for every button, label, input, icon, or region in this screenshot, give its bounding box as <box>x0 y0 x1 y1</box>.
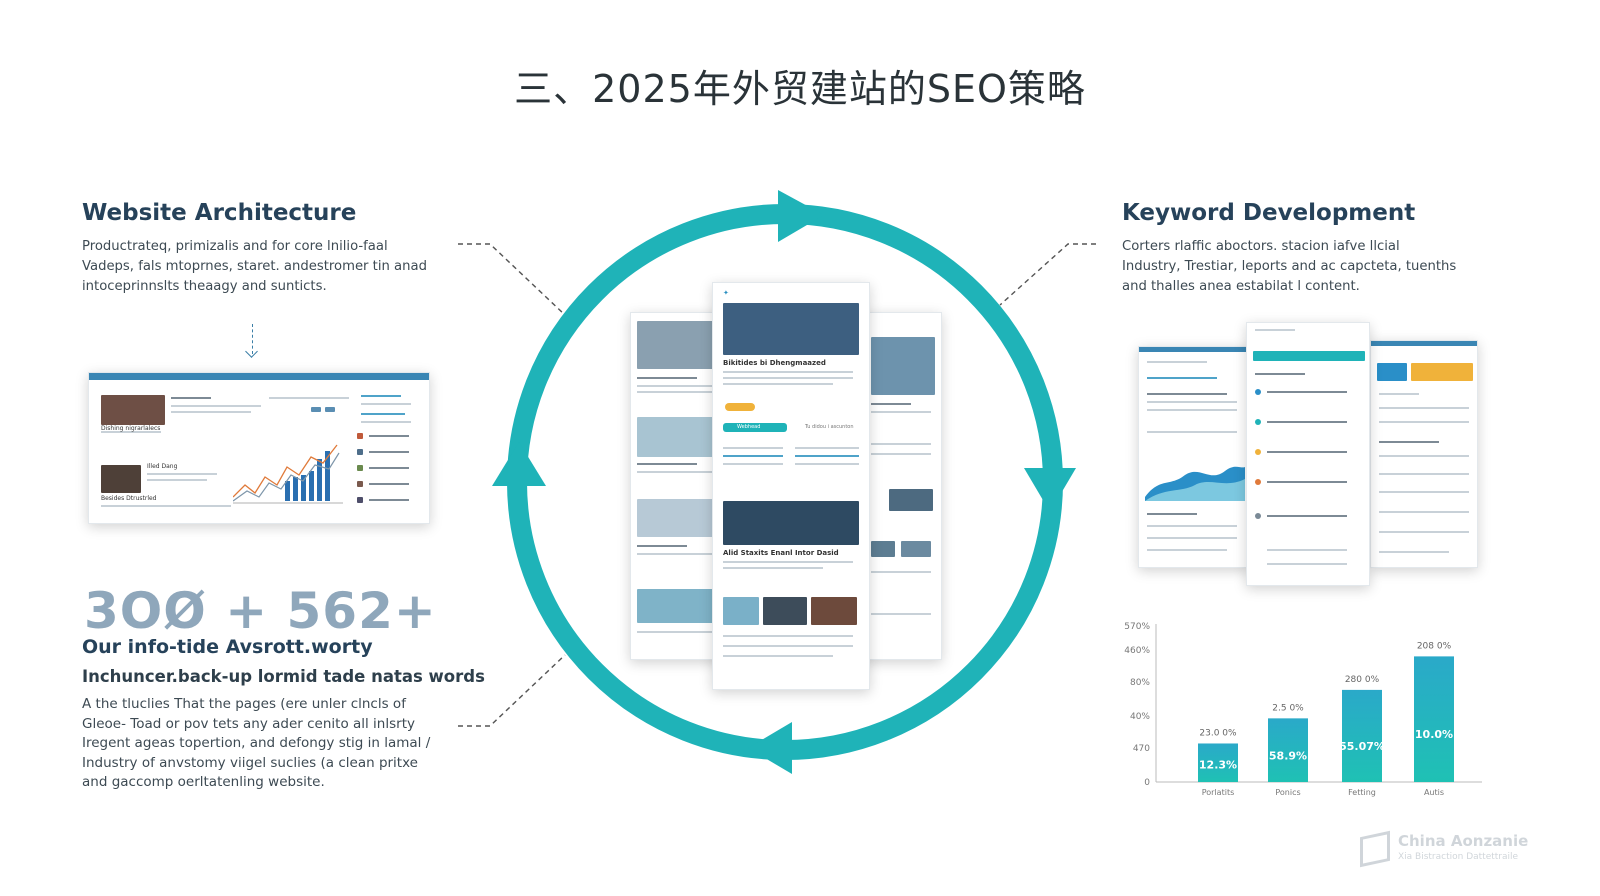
keyword-development-heading: Keyword Development <box>1122 200 1416 226</box>
y-tick-label: 460% <box>1124 646 1150 656</box>
bar-top-label: 208 0% <box>1417 641 1452 651</box>
bar-value-label: 58.9% <box>1269 750 1307 763</box>
bar-top-label: 23.0 0% <box>1199 728 1237 738</box>
ring-arrow-left-icon <box>492 442 546 486</box>
watermark-line-2: Xia Bistraction Dattettraile <box>1398 852 1519 862</box>
ring-arrow-right-icon <box>1024 468 1076 512</box>
category-label: Porlatits <box>1202 788 1235 797</box>
y-tick-label: 470 <box>1133 744 1150 754</box>
mock-center-headline-1: Bikitides bi Dhengmaazed <box>723 359 826 367</box>
bar-2 <box>1342 689 1382 782</box>
bar-value-label: 12.3% <box>1199 759 1237 772</box>
mock-center-tab-active: Webhead <box>737 424 761 430</box>
mock-center-headline-2: Alid Staxits Enanl Intor Dasid <box>723 549 839 557</box>
category-label: Autis <box>1424 788 1444 797</box>
bar-value-label: 10.0% <box>1415 728 1453 741</box>
keyword-bar-chart: 570% 460% 80% 40% 470 0 12.3% 23.0 0% Porlatits… <box>1124 622 1482 797</box>
mock-center-tab-other: Tu didou i ascunton <box>805 424 854 430</box>
center-main-page: ✦ Bikitides bi Dhengmaazed Webhead Tu di… <box>712 282 870 690</box>
keyword-main-page <box>1246 322 1370 586</box>
ring-arrow-bottom-icon <box>748 722 792 774</box>
bar-top-label: 280 0% <box>1345 675 1380 685</box>
keyword-wave-chart <box>1145 466 1245 501</box>
y-tick-label: 80% <box>1130 678 1150 688</box>
category-label: Ponics <box>1275 788 1300 797</box>
watermark-logo-icon <box>1360 830 1390 868</box>
ring-arrow-top-icon <box>778 190 824 242</box>
center-right-page <box>862 312 942 660</box>
keyword-development-text: Corters rlaffic aboctors. stacion iafve … <box>1122 237 1502 297</box>
category-label: Fetting <box>1348 788 1376 797</box>
bar-value-label: 55.07% <box>1339 740 1385 753</box>
y-tick-label: 40% <box>1130 712 1150 722</box>
y-tick-label: 570% <box>1124 622 1150 632</box>
bar-top-label: 2.5 0% <box>1272 703 1304 713</box>
kd-line-3: and thalles anea estabilat l content. <box>1122 279 1360 294</box>
kd-line-2: Industry, Trestiar, leports and ac capct… <box>1122 259 1457 274</box>
watermark-line-1: China Aonzanie <box>1398 832 1529 850</box>
kd-line-1: Corters rlaffic aboctors. stacion iafve … <box>1122 239 1400 254</box>
y-tick-label: 0 <box>1144 778 1150 788</box>
keyword-right-page <box>1370 340 1478 568</box>
keyword-left-page <box>1138 346 1250 568</box>
watermark: China Aonzanie Xia Bistraction Dattettra… <box>1360 830 1540 868</box>
bar-3 <box>1414 656 1454 782</box>
